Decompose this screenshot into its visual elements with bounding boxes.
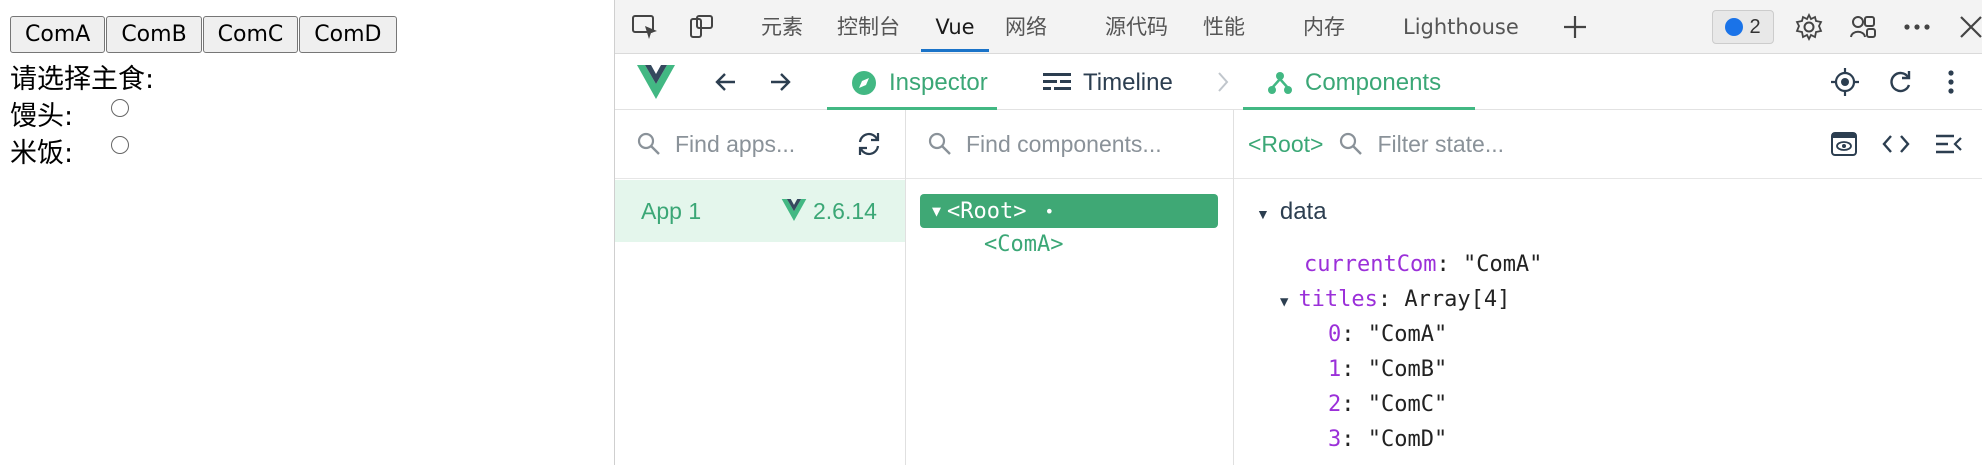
selected-dot-icon: •	[1044, 201, 1055, 221]
state-filter-input[interactable]: Filter state...	[1377, 131, 1504, 158]
inspect-element-icon[interactable]	[629, 11, 661, 43]
array-index: 0	[1328, 322, 1342, 347]
components-search-row: Find components...	[906, 110, 1233, 179]
app-list-item[interactable]: App 1 2.6.14	[615, 180, 905, 242]
search-icon	[928, 132, 952, 156]
components-tab-label: Components	[1305, 68, 1442, 96]
tab-console[interactable]: 控制台	[837, 0, 900, 52]
timeline-tab-label: Timeline	[1083, 68, 1173, 96]
coma-button[interactable]: ComA	[10, 16, 106, 53]
timeline-icon	[1043, 72, 1071, 90]
compass-icon	[852, 70, 876, 95]
state-row-currentcom[interactable]: currentCom: "ComA"	[1304, 252, 1542, 277]
add-tab-icon[interactable]	[1559, 11, 1591, 43]
more-icon[interactable]	[1901, 11, 1933, 43]
root-component-label: <Root>	[947, 198, 1027, 224]
issues-count: 2	[1749, 15, 1761, 38]
tab-network[interactable]: 网络	[1005, 0, 1047, 52]
collapse-arrow-icon: ▼	[1256, 206, 1270, 222]
state-value: "ComA"	[1462, 252, 1543, 277]
tab-elements[interactable]: 元素	[761, 0, 803, 52]
component-button-row: ComA ComB ComC ComD	[10, 16, 398, 53]
vue-more-icon[interactable]	[1947, 69, 1955, 100]
selected-component-label: <Root>	[1248, 130, 1324, 157]
array-index: 3	[1328, 427, 1342, 452]
app-version: 2.6.14	[813, 197, 877, 224]
component-tree-child[interactable]: <ComA>	[984, 232, 1063, 257]
array-value: "ComA"	[1367, 322, 1448, 347]
state-key: currentCom	[1304, 252, 1437, 277]
vue-logo-icon	[637, 65, 675, 104]
tab-performance[interactable]: 性能	[1203, 0, 1245, 52]
code-icon[interactable]	[1882, 134, 1910, 154]
data-section-label: data	[1279, 198, 1327, 225]
devtools-tab-bar: 元素 控制台 Vue 网络 源代码 性能 内存 Lighthouse 2	[615, 0, 1982, 54]
tab-vue[interactable]: Vue	[921, 0, 989, 52]
components-search-input[interactable]: Find components...	[966, 131, 1162, 158]
settings-icon[interactable]	[1793, 11, 1825, 43]
back-arrow-icon[interactable]	[713, 69, 739, 100]
vue-version-logo-icon	[781, 199, 807, 226]
array-index: 1	[1328, 357, 1342, 382]
inspector-tab[interactable]: Inspector	[851, 55, 988, 110]
tab-lighthouse[interactable]: Lighthouse	[1403, 0, 1519, 52]
components-column: Find components... ▼ <Root> • <ComA>	[906, 110, 1234, 465]
issues-icon	[1725, 18, 1744, 36]
target-icon[interactable]	[1831, 68, 1859, 101]
timeline-tab[interactable]: Timeline	[1043, 55, 1173, 110]
close-icon[interactable]	[1955, 11, 1982, 43]
array-item[interactable]: 3: "ComD"	[1328, 427, 1447, 452]
array-item[interactable]: 2: "ComC"	[1328, 392, 1447, 417]
state-column: <Root> Filter state... ▼ data currentCom:…	[1234, 110, 1982, 465]
expand-arrow-icon[interactable]: ▼	[932, 202, 941, 220]
chevron-right-icon	[1217, 71, 1229, 98]
comd-button[interactable]: ComD	[299, 16, 397, 53]
food-prompt: 请选择主食:	[10, 64, 155, 95]
comc-button[interactable]: ComC	[202, 16, 299, 53]
show-in-page-icon[interactable]	[1831, 132, 1857, 156]
array-value: "ComB"	[1367, 357, 1448, 382]
connections-icon[interactable]	[1847, 11, 1879, 43]
devtools-panel: 元素 控制台 Vue 网络 源代码 性能 内存 Lighthouse 2 Ins…	[614, 0, 1982, 465]
tab-sources[interactable]: 源代码	[1105, 0, 1168, 52]
collapse-arrow-icon: ▼	[1280, 294, 1289, 310]
radio-mantou[interactable]	[111, 99, 129, 117]
apps-search-input[interactable]: Find apps...	[675, 131, 795, 158]
array-value: "ComD"	[1367, 427, 1448, 452]
sync-icon[interactable]	[855, 131, 883, 157]
search-icon	[637, 132, 661, 156]
state-row-titles[interactable]: ▼ titles: Array[4]	[1280, 287, 1510, 312]
apps-search-row: Find apps...	[615, 110, 905, 179]
forward-arrow-icon[interactable]	[767, 69, 793, 100]
search-icon	[1339, 132, 1363, 156]
issues-badge[interactable]: 2	[1712, 10, 1774, 44]
device-toolbar-icon[interactable]	[685, 11, 717, 43]
array-item[interactable]: 0: "ComA"	[1328, 322, 1447, 347]
state-search-row: <Root> Filter state...	[1234, 110, 1982, 179]
vue-toolbar: Inspector Timeline Components	[615, 55, 1982, 110]
radio-rice[interactable]	[111, 136, 129, 154]
web-page: ComA ComB ComC ComD 请选择主食: 馒头: 米饭:	[0, 0, 614, 465]
component-tree-root[interactable]: ▼ <Root> •	[920, 194, 1218, 228]
array-index: 2	[1328, 392, 1342, 417]
components-tab[interactable]: Components	[1267, 55, 1441, 110]
tab-memory[interactable]: 内存	[1303, 0, 1345, 52]
option-label-rice: 米饭:	[10, 138, 74, 169]
app-name: App 1	[641, 197, 702, 224]
array-item[interactable]: 1: "ComB"	[1328, 357, 1447, 382]
components-tree-icon	[1268, 71, 1292, 94]
state-key: titles	[1298, 287, 1378, 312]
refresh-icon[interactable]	[1887, 69, 1913, 100]
state-type: Array[4]	[1404, 287, 1511, 312]
collapse-panel-icon[interactable]	[1934, 133, 1962, 155]
data-section-header[interactable]: ▼ data	[1256, 198, 1327, 226]
inspector-tab-label: Inspector	[889, 68, 988, 96]
comb-button[interactable]: ComB	[106, 16, 202, 53]
option-label-mantou: 馒头:	[10, 101, 74, 132]
apps-column: Find apps... App 1 2.6.14	[615, 110, 906, 465]
array-value: "ComC"	[1367, 392, 1448, 417]
